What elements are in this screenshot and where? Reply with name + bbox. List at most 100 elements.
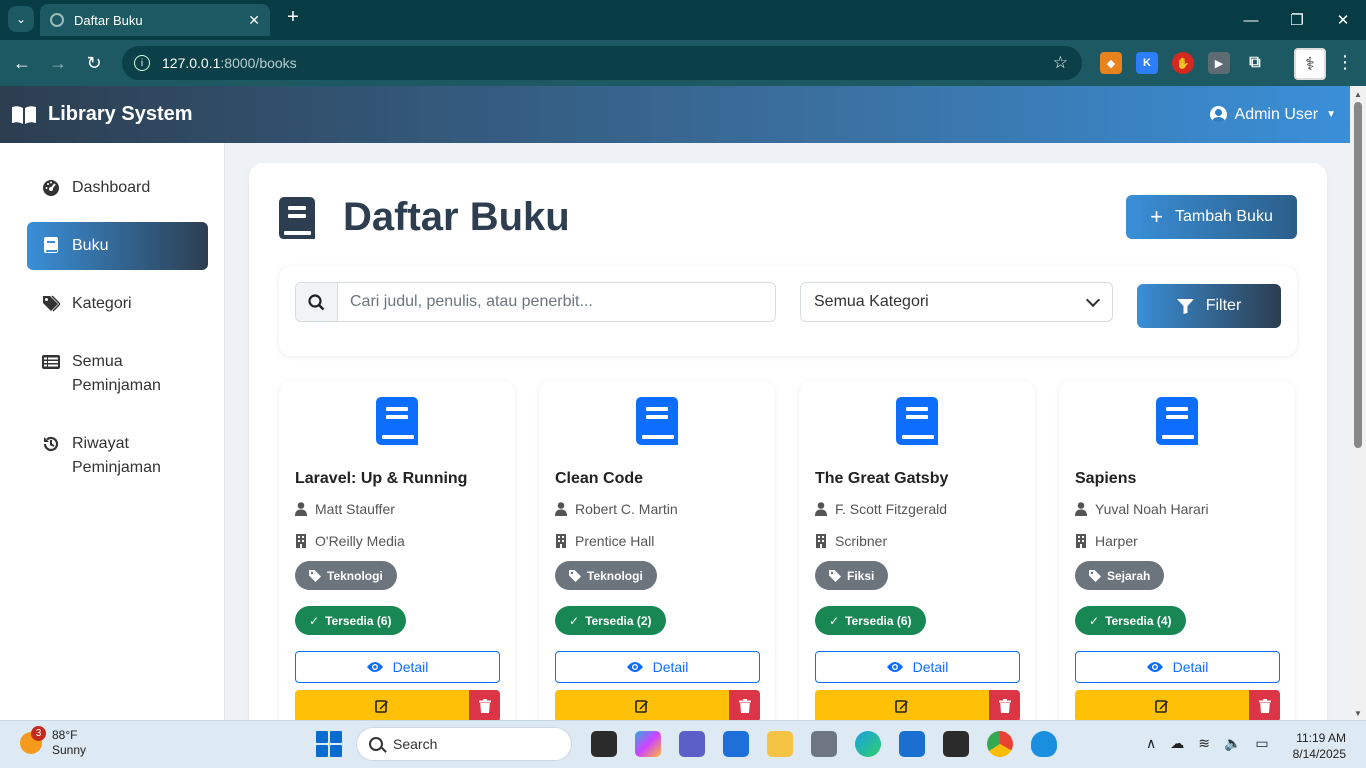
sidebar-item-riwayat-peminjaman[interactable]: Riwayat Peminjaman [27,432,208,480]
add-book-button[interactable]: + Tambah Buku [1126,195,1297,239]
file-explorer-icon[interactable] [767,731,793,757]
user-icon [815,502,827,516]
sidebar-item-dashboard[interactable]: Dashboard [27,176,208,200]
chrome-icon[interactable] [987,731,1013,757]
delete-button[interactable] [729,690,760,722]
check-icon: ✓ [829,613,840,628]
window-controls: — ❐ ✕ [1228,0,1366,40]
detail-button[interactable]: Detail [1075,651,1280,683]
category-select[interactable]: Semua Kategori [800,282,1113,322]
book-author: Matt Stauffer [295,501,395,517]
sidebar-item-kategori[interactable]: Kategori [27,292,208,316]
notification-badge: 3 [31,726,46,741]
terminal-icon[interactable] [943,731,969,757]
search-icon [296,283,338,321]
metamask-icon[interactable]: ◆ [1100,52,1122,74]
edit-button[interactable] [1075,690,1249,722]
sidebar-item-label: Riwayat Peminjaman [72,435,161,476]
scroll-down-icon[interactable]: ▼ [1354,709,1362,718]
browser-toolbar: ← → ↻ i 127.0.0.1:8000/books ☆ ◆ K ✋ ▶ ⧉… [0,40,1366,86]
brand[interactable]: Library System [12,103,193,126]
minimize-button[interactable]: — [1228,0,1274,40]
close-window-button[interactable]: ✕ [1320,0,1366,40]
stop-extension-icon[interactable]: ✋ [1172,52,1194,74]
back-button[interactable]: ← [9,50,35,76]
media-extension-icon[interactable]: ▶ [1208,52,1230,74]
delete-button[interactable] [989,690,1020,722]
browser-menu-icon[interactable]: ⋮ [1336,52,1354,73]
forward-button[interactable]: → [45,50,71,76]
filter-card: Semua Kategori Filter [279,266,1297,356]
info-icon[interactable]: i [134,55,150,71]
new-tab-button[interactable]: + [282,6,304,29]
detail-button[interactable]: Detail [295,651,500,683]
book-publisher: Harper [1075,533,1138,549]
detail-button[interactable]: Detail [815,651,1020,683]
dashboard-icon [43,180,59,196]
delete-button[interactable] [469,690,500,722]
trash-icon [738,699,751,713]
scroll-up-icon[interactable]: ▲ [1354,90,1362,99]
browser-tab-active[interactable]: Daftar Buku ✕ [40,4,270,36]
taskbar-search[interactable]: Search [356,727,572,761]
filter-button[interactable]: Filter [1137,284,1281,328]
weather-widget[interactable]: 3 88°F Sunny [20,726,86,758]
sidebar-item-label: Kategori [72,295,132,312]
edge-icon[interactable] [855,731,881,757]
category-badge: Teknologi [295,561,397,590]
reload-button[interactable]: ↻ [81,50,107,76]
search-input[interactable] [338,283,775,321]
close-icon[interactable]: ✕ [248,12,260,29]
category-badge-text: Teknologi [587,568,643,583]
copilot-icon[interactable] [635,731,661,757]
building-icon [816,534,826,548]
notepad-icon[interactable] [899,731,925,757]
page-scrollbar[interactable]: ▲ ▼ [1350,86,1366,720]
category-select-value: Semua Kategori [814,293,929,310]
clock-time: 11:19 AM [1296,731,1346,745]
eye-icon [366,662,383,672]
scroll-thumb[interactable] [1354,102,1362,448]
store-icon[interactable] [723,731,749,757]
edit-button[interactable] [295,690,469,722]
teams-icon[interactable] [679,731,705,757]
edit-button[interactable] [555,690,729,722]
battery-icon[interactable]: ▭ [1255,735,1268,752]
wifi-icon[interactable]: ≋ [1198,735,1210,752]
sidebar-item-buku[interactable]: Buku [27,222,208,270]
plus-icon: + [1150,204,1163,229]
volume-icon[interactable]: 🔈 [1224,735,1241,752]
app-icon[interactable] [1031,731,1057,757]
clock[interactable]: 11:19 AM 8/14/2025 [1290,730,1346,762]
sidebar-item-label: Dashboard [72,179,151,196]
delete-button[interactable] [1249,690,1280,722]
book-icon [376,397,418,445]
sun-icon: 3 [20,726,46,754]
camera-icon[interactable] [811,731,837,757]
chevron-down-icon [1085,292,1101,308]
detail-button[interactable]: Detail [555,651,760,683]
clock-date: 8/14/2025 [1292,747,1346,761]
category-badge: Teknologi [555,561,657,590]
user-name: Admin User [1234,105,1319,123]
chevron-up-icon[interactable]: ∧ [1146,735,1156,752]
bookmark-star-icon[interactable]: ☆ [1053,53,1068,73]
profile-avatar[interactable]: ⚕ [1294,48,1326,80]
book-card: Clean Code Robert C. Martin Prentice Hal… [539,381,775,741]
address-bar[interactable]: i 127.0.0.1:8000/books ☆ [122,46,1082,80]
extensions: ◆ K ✋ ▶ ⧉ [1100,52,1266,74]
user-menu[interactable]: Admin User ▼ [1209,86,1336,143]
task-view-icon[interactable] [591,731,617,757]
book-author-text: Robert C. Martin [575,501,678,517]
sidebar-item-semua-peminjaman[interactable]: Semua Peminjaman [27,350,208,398]
puzzle-icon[interactable]: ⧉ [1244,52,1266,74]
taskbar-apps: Search [316,727,1066,761]
maximize-button[interactable]: ❐ [1274,0,1320,40]
edit-button[interactable] [815,690,989,722]
k-extension-icon[interactable]: K [1136,52,1158,74]
tab-search-button[interactable]: ⌄ [8,6,34,32]
book-title: Laravel: Up & Running [295,470,468,487]
user-icon [555,502,567,516]
windows-start-icon[interactable] [316,731,342,757]
cloud-offline-icon[interactable]: ☁ [1170,735,1184,752]
